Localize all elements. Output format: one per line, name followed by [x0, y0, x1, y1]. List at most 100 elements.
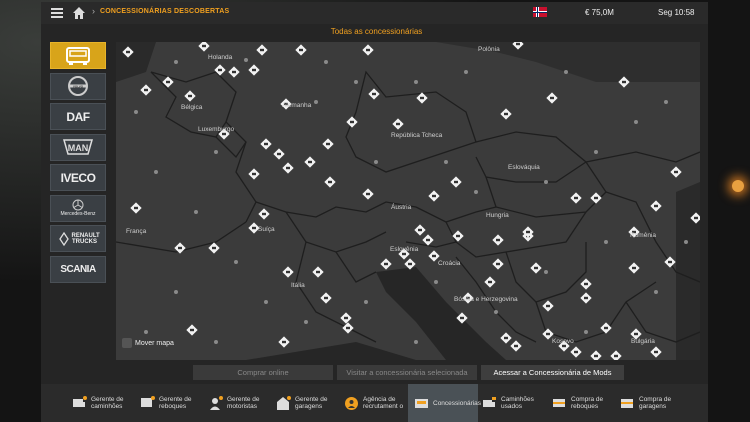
nav-label: Concessionárias	[433, 399, 482, 407]
country-label: Kosovo	[552, 338, 574, 345]
game-clock: Seg 10:58	[658, 8, 695, 17]
brand-label: SCANIA	[60, 263, 96, 275]
city-dot	[474, 190, 478, 194]
city-dot	[664, 100, 668, 104]
driver-manager-icon	[208, 395, 223, 411]
city-dot	[154, 170, 158, 174]
country-label: França	[126, 228, 147, 235]
garage-manager-icon	[276, 395, 291, 411]
country-label: Alemanha	[282, 102, 312, 109]
brand-list: VOLVO DAF MAN IVECO Mercedes-Benz RENAUL…	[50, 42, 108, 286]
nav-dealerships[interactable]: Concessionárias	[408, 384, 482, 422]
city-dot	[444, 160, 448, 164]
buy-garages-icon	[620, 396, 635, 411]
brand-label: DAF	[66, 109, 90, 124]
city-dot	[214, 150, 218, 154]
buy-online-button[interactable]: Comprar online	[193, 365, 333, 380]
country-label: Eslovênia	[390, 246, 419, 253]
city-dot	[584, 330, 588, 334]
background-light	[732, 180, 744, 192]
move-map-label: Mover mapa	[135, 339, 174, 347]
mercedes-logo-icon	[72, 199, 84, 211]
brand-man[interactable]: MAN	[50, 133, 106, 161]
brand-iveco[interactable]: IVECO	[50, 164, 106, 191]
city-dot	[174, 290, 178, 294]
country-label: Hungria	[486, 212, 509, 219]
svg-text:MAN: MAN	[68, 143, 89, 153]
mods-dealer-button[interactable]: Acessar a Concessionária de Mods	[481, 365, 624, 380]
city-dot	[594, 150, 598, 154]
nav-used-trucks[interactable]: Caminhões usados	[482, 384, 545, 422]
city-dot	[174, 60, 178, 64]
city-dot	[684, 240, 688, 244]
country-label: Eslováquia	[508, 164, 540, 171]
brand-scania[interactable]: SCANIA	[50, 255, 106, 283]
trailer-manager-icon	[140, 395, 155, 411]
city-dot	[304, 320, 308, 324]
city-dot	[244, 58, 248, 62]
breadcrumb: CONCESSIONÁRIAS DESCOBERTAS	[100, 8, 230, 15]
city-dot	[314, 100, 318, 104]
country-label: República Tcheca	[391, 132, 443, 139]
country-label: Itália	[291, 282, 305, 289]
renault-logo-icon	[58, 231, 69, 246]
city-dot	[434, 280, 438, 284]
truck-manager-icon	[72, 395, 87, 411]
used-trucks-icon	[482, 396, 497, 411]
home-icon[interactable]	[72, 6, 86, 20]
move-map-button[interactable]: Mover mapa	[122, 338, 174, 348]
menu-icon[interactable]	[51, 6, 63, 20]
truck-icon	[66, 46, 90, 65]
city-dot	[604, 240, 608, 244]
city-dot	[324, 60, 328, 64]
svg-text:VOLVO: VOLVO	[73, 84, 84, 88]
buy-trailers-icon	[552, 396, 567, 411]
nav-garage-manager[interactable]: Gerente de garagens	[276, 384, 339, 422]
money-display: € 75,0M	[585, 8, 614, 17]
city-dot	[544, 270, 548, 274]
city-dot	[494, 310, 498, 314]
brand-volvo[interactable]: VOLVO	[50, 72, 106, 100]
brand-label: IVECO	[60, 170, 96, 185]
dealership-map[interactable]: Polônia Holanda Bélgica Alemanha Luxembu…	[116, 42, 700, 360]
brand-renault-trucks[interactable]: RENAULT TRUCKS	[50, 225, 106, 252]
brand-mercedes[interactable]: Mercedes-Benz	[50, 194, 106, 222]
nav-buy-garages[interactable]: Compra de garagens	[620, 384, 683, 422]
country-label: Polônia	[478, 46, 500, 53]
flag-icon	[533, 7, 547, 17]
nav-truck-manager[interactable]: Gerente de caminhões	[72, 384, 135, 422]
city-dot	[354, 80, 358, 84]
top-bar: › CONCESSIONÁRIAS DESCOBERTAS € 75,0M Se…	[41, 2, 708, 25]
nav-label: Gerente de motoristas	[227, 396, 260, 410]
country-label: Áustria	[391, 204, 412, 211]
city-dot	[464, 70, 468, 74]
brand-renault-t[interactable]	[50, 42, 106, 69]
country-label: Suíça	[258, 226, 275, 233]
brand-label: Mercedes-Benz	[60, 211, 96, 217]
nav-driver-manager[interactable]: Gerente de motoristas	[208, 384, 271, 422]
city-dot	[134, 110, 138, 114]
nav-buy-trailers[interactable]: Compra de reboques	[552, 384, 615, 422]
brand-label: RENAULT TRUCKS	[71, 232, 100, 245]
city-dot	[194, 210, 198, 214]
city-dot	[264, 300, 268, 304]
country-label: Luxemburgo	[198, 126, 235, 133]
city-dot	[364, 300, 368, 304]
visit-dealer-button[interactable]: Visitar a concessionária selecionada	[337, 365, 477, 380]
city-dot	[414, 340, 418, 344]
nav-recruitment[interactable]: Agência de recrutament o	[344, 384, 407, 422]
city-dot	[654, 290, 658, 294]
brand-daf[interactable]: DAF	[50, 103, 106, 130]
city-dot	[544, 180, 548, 184]
country-label: Bósnia e Herzegovina	[454, 296, 518, 303]
city-dot	[564, 70, 568, 74]
nav-label: Caminhões usados	[501, 396, 534, 410]
country-label: Croácia	[438, 260, 461, 267]
city-dot	[634, 120, 638, 124]
city-dot	[374, 160, 378, 164]
nav-label: Gerente de garagens	[295, 396, 328, 410]
man-logo-icon: MAN	[63, 139, 93, 155]
hand-icon	[122, 338, 132, 348]
nav-trailer-manager[interactable]: Gerente de reboques	[140, 384, 203, 422]
nav-label: Gerente de caminhões	[91, 396, 124, 410]
